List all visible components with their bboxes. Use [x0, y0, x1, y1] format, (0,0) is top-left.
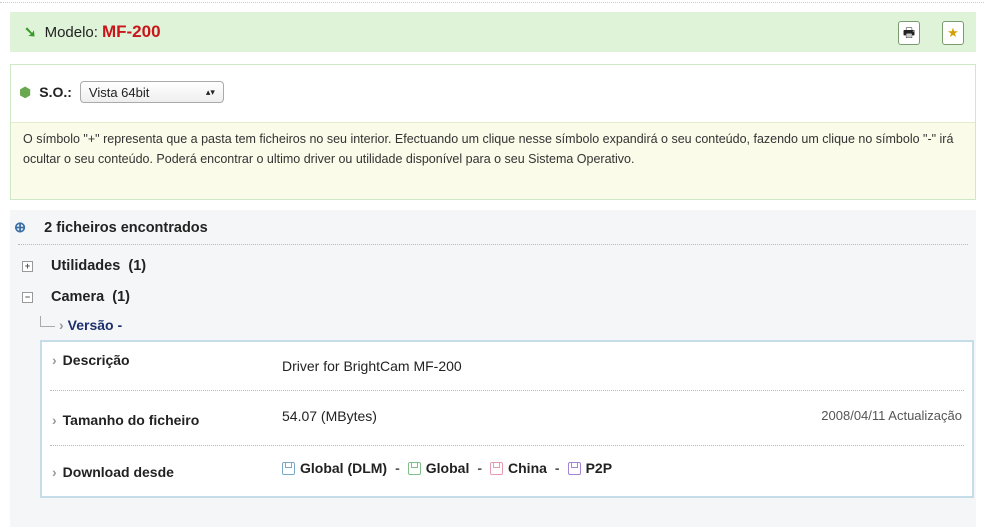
floppy-icon [567, 461, 581, 475]
expand-icon[interactable]: + [22, 260, 33, 272]
chevron-right-icon: › [59, 317, 64, 333]
floppy-icon [490, 461, 504, 475]
floppy-icon [407, 461, 421, 475]
cube-icon: ⬢ [19, 83, 32, 100]
separator: - [554, 460, 560, 476]
category-name: Camera [51, 289, 105, 305]
divider [18, 244, 968, 245]
link-label: Global [425, 460, 470, 476]
divider [50, 390, 964, 391]
version-item[interactable]: › Versão - [40, 315, 123, 333]
separator: - [395, 460, 400, 476]
link-label: China [508, 460, 547, 476]
star-icon: ★ [947, 25, 959, 40]
favorite-button[interactable]: ★ [942, 21, 964, 45]
download-p2p[interactable]: P2P [567, 460, 613, 476]
link-label: Global (DLM) [300, 460, 388, 476]
category-camera[interactable]: − Camera (1) [22, 289, 130, 305]
divider [50, 445, 964, 446]
model-header: ➘ Modelo: MF-200 🖶 ★ [10, 12, 976, 52]
file-size-value: 54.07 (MBytes) [282, 408, 377, 424]
download-global-dlm[interactable]: Global (DLM) [282, 460, 387, 476]
top-divider [0, 2, 984, 3]
print-icon: 🖶 [902, 25, 916, 40]
link-label: P2P [585, 460, 613, 476]
download-label: Download desde [52, 464, 174, 480]
category-count: (1) [128, 258, 147, 274]
files-found-icon: ⊕ [14, 220, 27, 236]
tree-line-icon [40, 315, 55, 327]
download-china[interactable]: China [490, 460, 547, 476]
os-select[interactable]: Vista 64bit ▴▾ [79, 81, 224, 103]
file-size-label: Tamanho do ficheiro [52, 412, 200, 428]
os-label: S.O.: [39, 84, 72, 100]
update-date: 2008/04/11 Actualização [821, 408, 962, 423]
model-label: Modelo: [44, 23, 98, 41]
arrow-icon: ➘ [24, 24, 37, 41]
category-name: Utilidades [51, 258, 121, 274]
description-label: Descrição [52, 352, 130, 368]
os-panel: ⬢ S.O.: Vista 64bit ▴▾ O símbolo "+" repr… [10, 64, 976, 200]
floppy-icon [282, 461, 295, 475]
version-label: Versão - [67, 317, 123, 333]
file-detail: Descrição Driver for BrightCam MF-200 Ta… [40, 340, 974, 498]
download-links: Global (DLM) - Global - China - P2P [282, 460, 612, 476]
results-panel: ⊕ 2 ficheiros encontrados + Utilidades (1… [10, 210, 976, 527]
info-text: O símbolo "+" representa que a pasta tem… [11, 122, 975, 199]
category-count: (1) [112, 289, 130, 305]
os-selected-value: Vista 64bit [88, 84, 150, 100]
print-button[interactable]: 🖶 [898, 21, 920, 45]
description-value: Driver for BrightCam MF-200 [282, 358, 462, 374]
download-global[interactable]: Global [407, 460, 470, 476]
select-arrows-icon: ▴▾ [205, 86, 215, 97]
collapse-icon[interactable]: − [22, 291, 33, 303]
files-found-label: 2 ficheiros encontrados [44, 220, 208, 236]
model-name: MF-200 [101, 22, 161, 41]
category-utilidades[interactable]: + Utilidades (1) [22, 258, 146, 274]
separator: - [477, 460, 483, 476]
